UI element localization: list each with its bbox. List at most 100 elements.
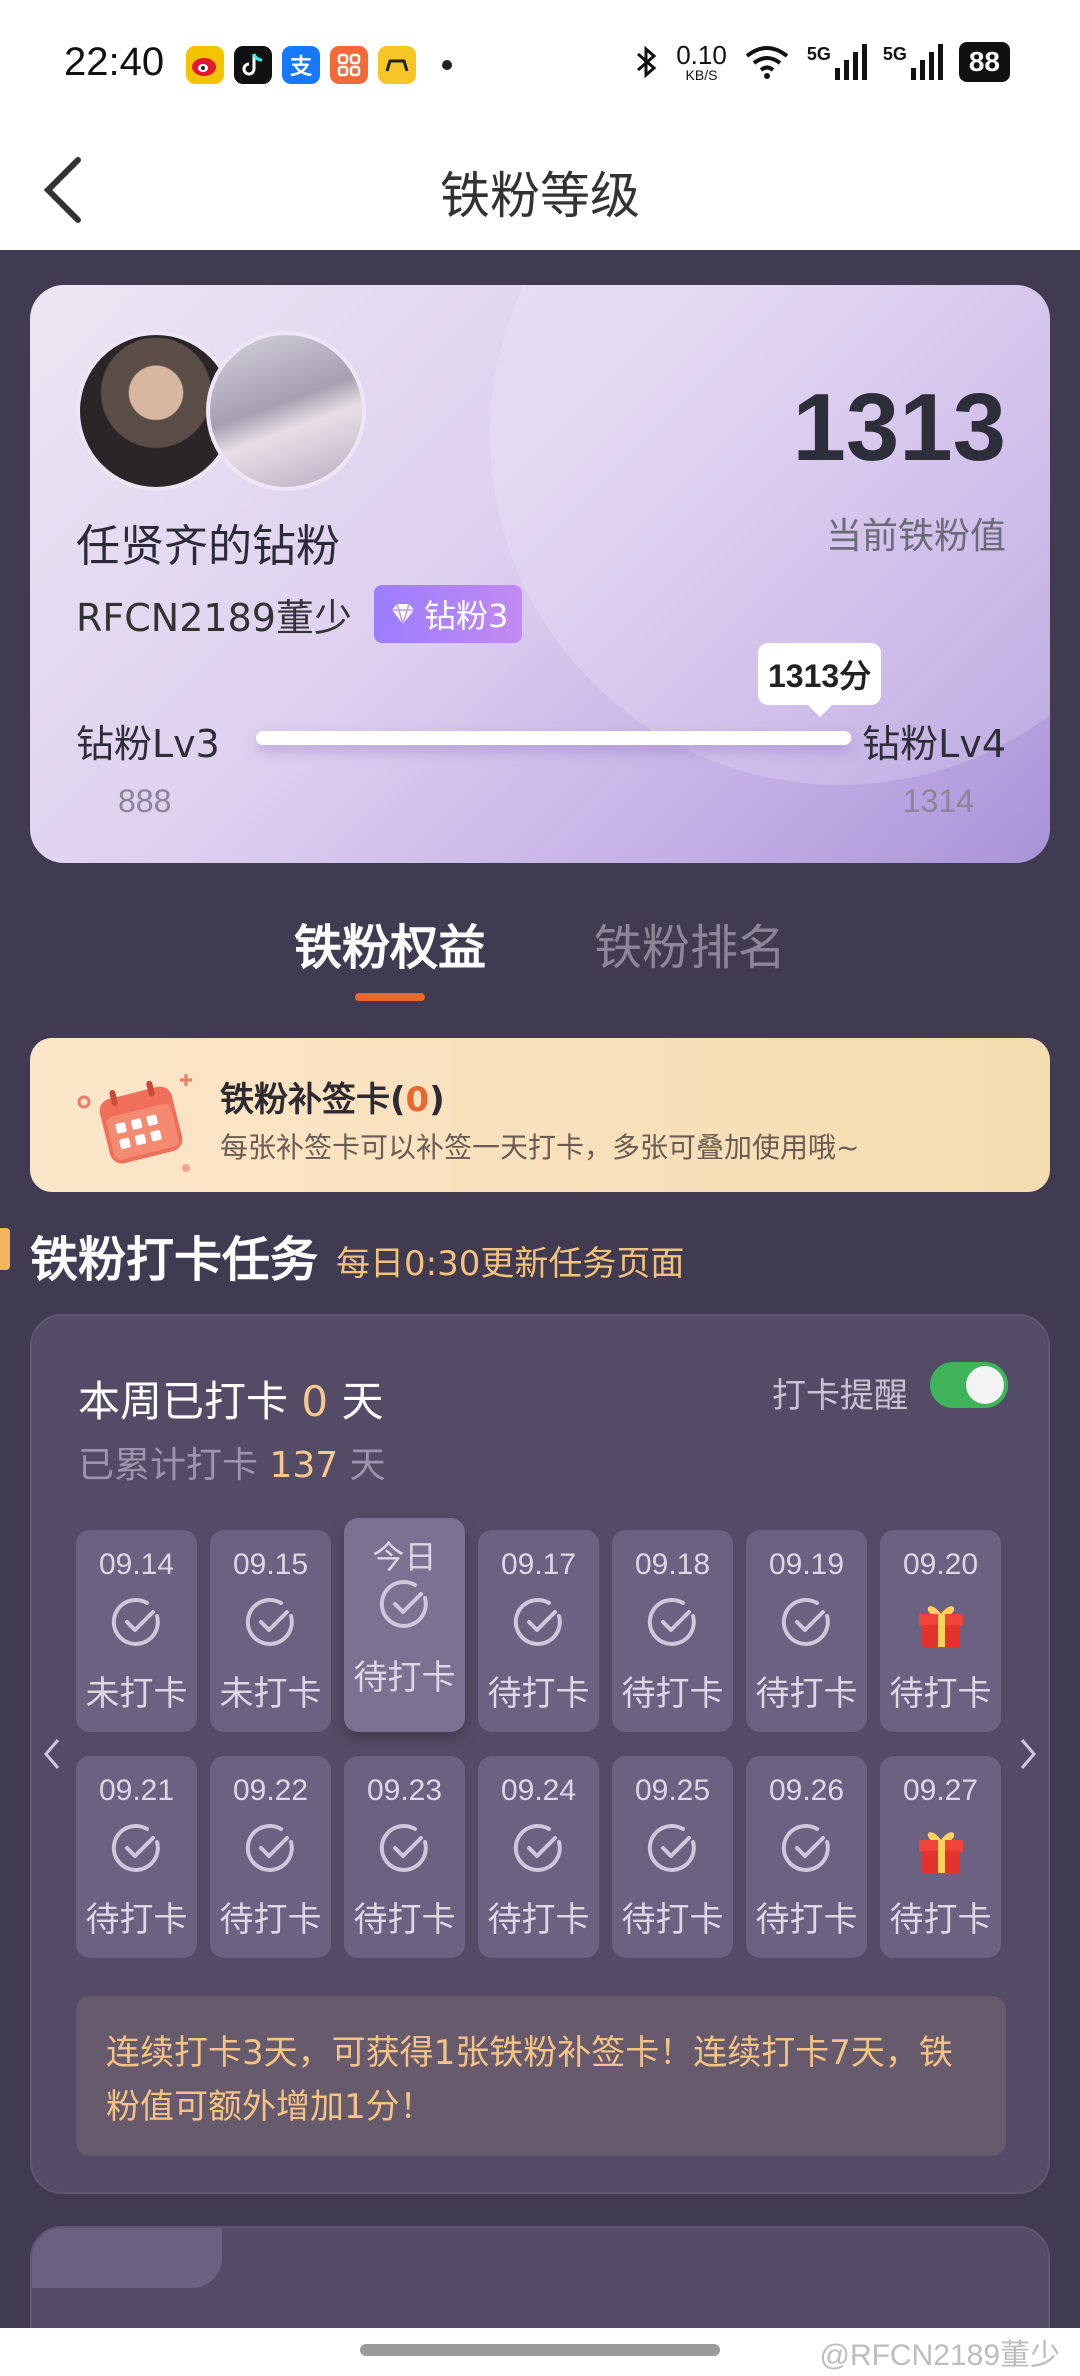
checkin-day[interactable]: 09.21 待打卡 [76,1756,197,1958]
fan-level-badge: 钻粉3 [373,585,523,643]
checkin-day[interactable]: 09.22 待打卡 [210,1756,331,1958]
checkin-day-date: 09.24 [500,1774,577,1807]
tab-fan-ranking[interactable]: 铁粉排名 [594,908,786,978]
tiktok-icon [234,46,272,84]
bluetooth-icon [637,45,657,79]
section-title: 铁粉打卡任务 [30,1232,319,1288]
reminder-label: 打卡提醒 [772,1376,908,1416]
checkin-day[interactable]: 09.19 待打卡 [746,1530,867,1732]
checkin-day-status: 待打卡 [487,1900,590,1940]
check-circle-icon [109,1594,165,1650]
nav-bar: 铁粉等级 [0,130,1080,250]
weibo-icon [186,46,224,84]
signal-1-icon: 5G [807,44,867,80]
checkin-day-date: 09.19 [768,1548,845,1581]
makeup-card-desc: 每张补签卡可以补签一天打卡，多张可叠加使用哦~ [220,1131,860,1164]
check-circle-icon [377,1576,433,1632]
battery-indicator: 88 [958,42,1010,82]
checkin-rule-tip: 连续打卡3天，可获得1张铁粉补签卡！连续打卡7天，铁粉值可额外增加1分！ [76,1996,1006,2156]
checkin-day-status: 待打卡 [621,1900,724,1940]
checkin-day-date: 09.21 [98,1774,175,1807]
checkin-day-date: 09.15 [232,1548,309,1581]
fan-score-value: 1313 [792,374,1006,481]
gift-icon [913,1820,969,1876]
checkin-day-status: 待打卡 [755,1674,858,1714]
watermark: @RFCN2189董少 [819,2339,1060,2372]
diamond-icon [391,603,414,625]
checkin-day-date: 09.27 [902,1774,979,1807]
check-circle-icon [109,1820,165,1876]
check-circle-icon [511,1820,567,1876]
checkin-day[interactable]: 09.26 待打卡 [746,1756,867,1958]
status-app-icons: 支 [186,46,452,84]
week-checkin-count: 本周已打卡 0 天 [78,1377,384,1426]
checkin-day-status: 待打卡 [755,1900,858,1940]
section-accent-bar [0,1228,10,1270]
checkin-day-date: 今日 [372,1539,437,1575]
checkin-day-status: 待打卡 [353,1900,456,1940]
user-avatar[interactable] [206,331,366,491]
checkin-day-date: 09.17 [500,1548,577,1581]
checkin-day-today[interactable]: 今日 待打卡 [344,1518,465,1732]
calendar-icon [77,1074,192,1172]
page-title: 铁粉等级 [440,167,640,225]
checkin-day-date: 09.18 [634,1548,711,1581]
checkin-panel: 本周已打卡 0 天 已累计打卡 137 天 打卡提醒 09.14 未打卡 09.15… [30,1314,1050,2194]
checkin-day[interactable]: 09.14 未打卡 [76,1530,197,1732]
total-checkin-count: 已累计打卡 137 天 [78,1445,386,1486]
reminder-toggle[interactable] [930,1362,1008,1408]
status-bar: 22:40 支 0.10 KB/S 5G 5G 88 [0,0,1080,130]
next-section-tag [32,2228,222,2288]
car-app-icon [378,46,416,84]
checkin-day[interactable]: 09.23 待打卡 [344,1756,465,1958]
checkin-day[interactable]: 09.18 待打卡 [612,1530,733,1732]
next-level-threshold: 1314 [902,783,974,819]
checkin-day[interactable]: 09.27 待打卡 [880,1756,1001,1958]
alipay-icon: 支 [282,46,320,84]
app-grid-icon [330,46,368,84]
makeup-card-banner[interactable]: 铁粉补签卡(0) 每张补签卡可以补签一天打卡，多张可叠加使用哦~ [30,1038,1050,1192]
checkin-day-date: 09.20 [902,1548,979,1581]
makeup-card-title: 铁粉补签卡(0) [220,1080,445,1120]
makeup-card-count: 0 [405,1080,430,1120]
notification-dot-icon [442,60,452,70]
checkin-day[interactable]: 09.17 待打卡 [478,1530,599,1732]
checkin-day-status: 待打卡 [85,1900,188,1940]
next-level-label: 钻粉Lv4 [862,722,1006,766]
checkin-calendar: 09.14 未打卡 09.15 未打卡 今日 待打卡 09.17 待打卡 09.18 待打卡 09.… [76,1518,1008,1982]
checkin-day-date: 09.25 [634,1774,711,1807]
checkin-day-status: 待打卡 [353,1658,456,1698]
checkin-day-status: 未打卡 [219,1674,322,1714]
checkin-day-status: 未打卡 [85,1674,188,1714]
checkin-day[interactable]: 09.24 待打卡 [478,1756,599,1958]
checkin-day[interactable]: 09.20 待打卡 [880,1530,1001,1732]
check-circle-icon [779,1594,835,1650]
username: RFCN2189董少 [76,595,352,640]
checkin-day-date: 09.22 [232,1774,309,1807]
section-subtitle: 每日0:30更新任务页面 [336,1244,685,1284]
current-level-threshold: 888 [118,783,172,819]
fan-score-label: 当前铁粉值 [825,516,1006,557]
checkin-day-status: 待打卡 [487,1674,590,1714]
checkin-day[interactable]: 09.15 未打卡 [210,1530,331,1732]
level-progress-fill [256,731,851,745]
badge-label: 钻粉3 [423,597,509,635]
home-indicator[interactable] [360,2344,720,2356]
status-right: 0.10 KB/S 5G 5G 88 [634,42,1010,82]
checkin-day[interactable]: 09.25 待打卡 [612,1756,733,1958]
current-level-label: 钻粉Lv3 [76,722,220,766]
tab-fan-benefits[interactable]: 铁粉权益 [294,908,486,978]
next-week-arrow-icon[interactable] [1016,1736,1040,1772]
checkin-week-row: 09.21 待打卡 09.22 待打卡 09.23 待打卡 09.24 待打卡 09.25 待打卡… [76,1756,1008,1958]
progress-tooltip: 1313分 [758,643,882,717]
user-row: RFCN2189董少 钻粉3 [76,585,523,643]
checkin-day-status: 待打卡 [621,1674,724,1714]
check-circle-icon [645,1820,701,1876]
prev-week-arrow-icon[interactable] [40,1736,64,1772]
check-circle-icon [779,1820,835,1876]
checkin-day-status: 待打卡 [219,1900,322,1940]
check-circle-icon [243,1820,299,1876]
checkin-day-status: 待打卡 [889,1674,992,1714]
fan-title: 任贤齐的钻粉 [76,521,340,572]
checkin-week-row: 09.14 未打卡 09.15 未打卡 今日 待打卡 09.17 待打卡 09.18 待打卡 09.… [76,1518,1008,1732]
